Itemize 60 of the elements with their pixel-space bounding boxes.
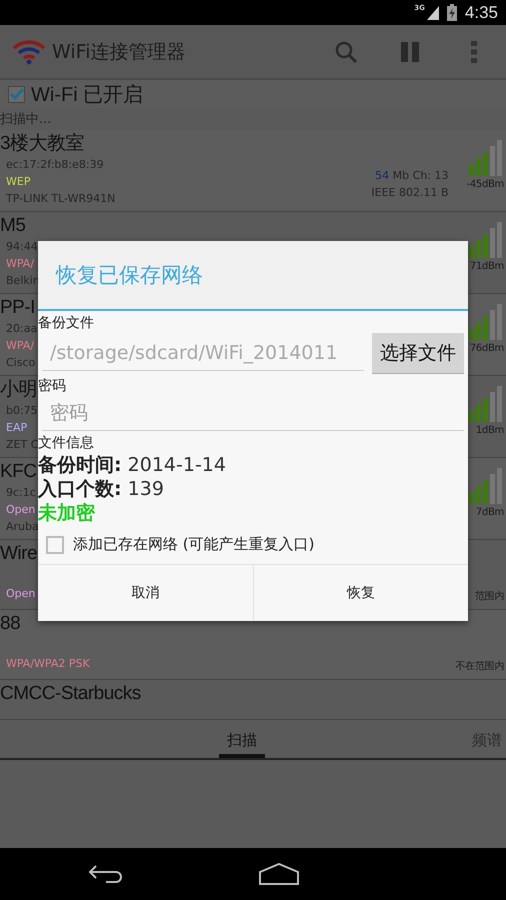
signal-icon: [468, 140, 504, 176]
network-name: 3楼大教室: [0, 132, 86, 156]
mac-address: 20:aa: [5, 321, 38, 337]
password-field[interactable]: 密码: [42, 396, 464, 431]
info-line: 备份时间: 2014-1-14: [38, 453, 227, 477]
wifi-logo-icon: [12, 38, 46, 64]
choose-file-button[interactable]: 选择文件: [372, 333, 464, 374]
signal-reading: -45dBm: [466, 178, 504, 192]
cell-signal-icon: [426, 6, 439, 20]
field-label: 密码: [38, 377, 67, 396]
network-name: Wire: [0, 542, 38, 566]
dialog-button[interactable]: 取消: [38, 565, 252, 621]
signal-icon: [468, 468, 504, 504]
signal-reading: 不在范围内: [455, 660, 504, 674]
security-type: WEP: [5, 174, 32, 190]
back-icon[interactable]: [88, 864, 124, 884]
signal-reading: 76dBm: [470, 342, 504, 356]
signal-reading: 71dBm: [470, 260, 504, 274]
signal-reading: 1dBm: [476, 424, 504, 438]
field-label: 备份文件: [38, 314, 95, 333]
mac-address: ec:17:2f:b8:e8:39: [5, 157, 105, 173]
checkbox-label: 添加已存在网络 (可能产生重复入口): [73, 535, 314, 554]
network-name: CMCC-Starbucks: [0, 682, 141, 706]
app-title: WiFi连接管理器: [52, 40, 186, 64]
network-name: PP-I: [0, 296, 36, 320]
network-name: M5: [0, 214, 26, 238]
vendor-name: Cisco: [5, 355, 36, 371]
add-existing-checkbox[interactable]: [46, 536, 64, 554]
pause-icon: [401, 42, 419, 62]
vendor-name: Aruba: [5, 520, 39, 535]
wifi-checkbox[interactable]: [8, 86, 25, 102]
wifi-status-label: Wi-Fi 已开启: [31, 82, 144, 108]
network-name: 88: [0, 612, 22, 636]
security-type: WPA/: [5, 338, 36, 354]
security-type: EAP: [5, 420, 28, 436]
signal-icon: [468, 304, 504, 340]
signal-reading: 7dBm: [476, 506, 504, 520]
clock: 4:35: [464, 2, 498, 22]
vendor-name: TP-LINK TL-WR941N: [5, 191, 116, 207]
overflow-menu-icon: [471, 40, 477, 62]
signal-reading: 范围内: [474, 590, 504, 604]
home-icon[interactable]: [258, 863, 298, 885]
battery-icon: [446, 4, 457, 21]
network-name: KFC: [0, 460, 38, 484]
security-type: WPA/: [5, 256, 36, 272]
signal-icon: [468, 386, 504, 422]
encryption-status: 未加密: [38, 501, 96, 524]
info-line: 入口个数: 139: [38, 477, 165, 501]
mac-address: 9c:1c: [5, 485, 37, 501]
security-type: Open: [5, 586, 36, 602]
section-label: 文件信息: [38, 434, 95, 453]
security-type: WPA/WPA2 PSK: [5, 656, 90, 672]
checkmark-icon: [10, 87, 24, 101]
dialog-button[interactable]: 恢复: [252, 565, 468, 621]
network-name: 小明: [0, 378, 38, 402]
search-icon: [334, 40, 358, 64]
dialog-title: 恢复已保存网络: [38, 241, 468, 311]
signal-icon: [468, 222, 504, 258]
security-type: Open: [5, 502, 36, 518]
scan-status: 扫描中...: [0, 111, 52, 129]
